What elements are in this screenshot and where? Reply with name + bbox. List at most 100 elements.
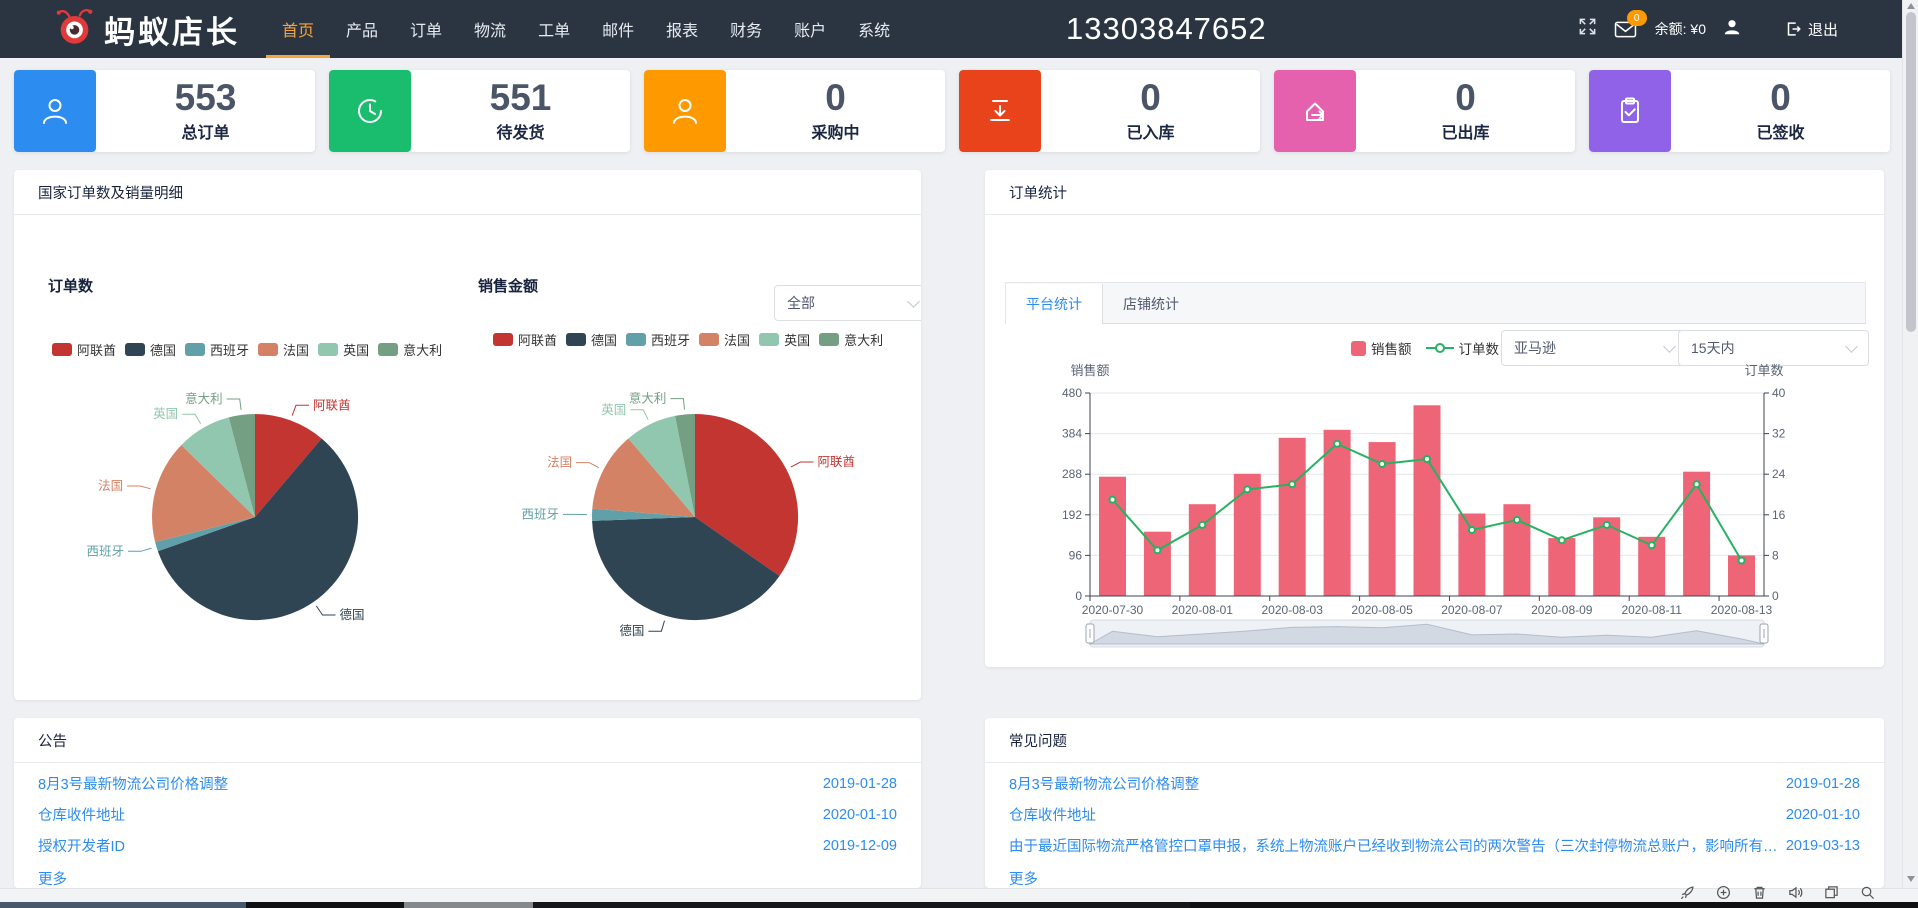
main-nav: 首页产品订单物流工单邮件报表财务账户系统 xyxy=(266,0,906,58)
more-link[interactable]: 更多 xyxy=(1009,868,1038,888)
country-detail-panel: 国家订单数及销量明细 订单数 销售金额 全部 阿联酋德国西班牙法国英国意大利 阿… xyxy=(14,170,921,700)
stat-card-待发货: 551待发货 xyxy=(329,70,630,152)
svg-text:英国: 英国 xyxy=(153,407,178,421)
legend-item-英国[interactable]: 英国 xyxy=(759,330,810,349)
notice-list: 8月3号最新物流公司价格调整2019-01-28仓库收件地址2020-01-10… xyxy=(38,768,897,888)
legend-item-西班牙[interactable]: 西班牙 xyxy=(185,340,249,359)
legend-swatch xyxy=(819,333,839,346)
svg-text:阿联酋: 阿联酋 xyxy=(313,397,351,412)
brand-logo[interactable]: 蚂蚁店长 xyxy=(54,6,240,53)
legend-item-德国[interactable]: 德国 xyxy=(566,330,617,349)
svg-text:0: 0 xyxy=(1075,589,1082,603)
svg-text:2020-08-01: 2020-08-01 xyxy=(1172,603,1234,617)
pie-sales-legend: 阿联酋 德国西班牙法国英国 意大利 xyxy=(493,330,883,349)
legend-item-意大利[interactable]: 意大利 xyxy=(819,330,883,349)
stat-card-body: 553总订单 xyxy=(96,70,315,152)
legend-item-阿联酋[interactable]: 阿联酋 xyxy=(493,330,557,349)
legend-item-德国[interactable]: 德国 xyxy=(125,340,176,359)
legend-label: 阿联酋 xyxy=(518,330,557,349)
mail-icon[interactable]: 0 xyxy=(1614,17,1638,41)
nav-item-6[interactable]: 邮件 xyxy=(586,0,650,58)
stat-label: 已签收 xyxy=(1756,119,1804,143)
top-navbar: 蚂蚁店长 首页产品订单物流工单邮件报表财务账户系统 13303847652 0 … xyxy=(0,0,1918,58)
svg-text:销售额: 销售额 xyxy=(1070,363,1109,378)
stat-card-body: 0已签收 xyxy=(1671,70,1890,152)
legend-label: 阿联酋 xyxy=(77,340,116,359)
inbox-in-icon xyxy=(959,70,1041,152)
nav-item-2[interactable]: 产品 xyxy=(330,0,394,58)
user-avatar-icon[interactable] xyxy=(1723,18,1741,41)
svg-text:2020-08-07: 2020-08-07 xyxy=(1441,603,1503,617)
svg-text:意大利: 意大利 xyxy=(629,392,667,406)
legend-swatch xyxy=(318,343,338,356)
order-bar-line-chart[interactable]: 销售额订单数09619228838448008162432402020-07-3… xyxy=(985,335,1884,665)
nav-item-1[interactable]: 首页 xyxy=(266,0,330,58)
svg-text:2020-08-05: 2020-08-05 xyxy=(1351,603,1413,617)
legend-item-英国[interactable]: 英国 xyxy=(318,340,369,359)
svg-text:8: 8 xyxy=(1772,548,1779,562)
nav-item-3[interactable]: 订单 xyxy=(394,0,458,58)
tab-平台统计[interactable]: 平台统计 xyxy=(1006,284,1103,324)
more-link[interactable]: 更多 xyxy=(38,868,67,888)
list-item: 由于最近国际物流严格管控口罩申报，系统上物流账户已经收到物流公司的两次警告（三次… xyxy=(1009,830,1860,861)
browser-bottom-strip xyxy=(0,888,1918,903)
scroll-down-arrow[interactable] xyxy=(1907,876,1915,882)
list-item: 授权开发者ID 2019-12-09 xyxy=(38,830,897,861)
stat-label: 总订单 xyxy=(181,119,229,143)
nav-item-10[interactable]: 系统 xyxy=(842,0,906,58)
legend-item-意大利[interactable]: 意大利 xyxy=(378,340,442,359)
nav-item-7[interactable]: 报表 xyxy=(650,0,714,58)
legend-item-法国[interactable]: 法国 xyxy=(699,330,750,349)
tab-店铺统计[interactable]: 店铺统计 xyxy=(1103,284,1199,323)
legend-item-法国[interactable]: 法国 xyxy=(258,340,309,359)
stat-card-body: 551待发货 xyxy=(411,70,630,152)
home-out-icon xyxy=(1274,70,1356,152)
taskbar-segment xyxy=(404,902,533,908)
svg-text:西班牙: 西班牙 xyxy=(86,544,124,558)
legend-label: 意大利 xyxy=(844,330,883,349)
legend-label: 西班牙 xyxy=(210,340,249,359)
legend-item-西班牙[interactable]: 西班牙 xyxy=(626,330,690,349)
list-item-date: 2019-03-13 xyxy=(1786,838,1860,854)
stat-value: 0 xyxy=(1455,79,1476,116)
nav-item-5[interactable]: 工单 xyxy=(522,0,586,58)
list-item-link[interactable]: 8月3号最新物流公司价格调整 xyxy=(38,773,817,794)
scroll-up-arrow[interactable] xyxy=(1907,3,1915,9)
page-scrollbar[interactable] xyxy=(1902,0,1918,888)
list-item-link[interactable]: 仓库收件地址 xyxy=(38,804,817,825)
nav-item-9[interactable]: 账户 xyxy=(778,0,842,58)
list-item-link[interactable]: 8月3号最新物流公司价格调整 xyxy=(1009,773,1780,794)
list-item-date: 2019-12-09 xyxy=(823,838,897,854)
svg-text:2020-08-03: 2020-08-03 xyxy=(1262,603,1324,617)
nav-item-8[interactable]: 财务 xyxy=(714,0,778,58)
country-filter-value: 全部 xyxy=(787,293,815,313)
os-taskbar xyxy=(0,902,1918,908)
stat-card-body: 0已出库 xyxy=(1356,70,1575,152)
scrollbar-thumb[interactable] xyxy=(1906,12,1916,332)
logout-button[interactable]: 退出 xyxy=(1784,19,1838,40)
svg-text:2020-08-13: 2020-08-13 xyxy=(1711,603,1773,617)
ant-logo-icon xyxy=(54,6,96,53)
legend-label: 德国 xyxy=(591,330,617,349)
pie-sales-title: 销售金额 xyxy=(478,275,538,296)
list-item-link[interactable]: 由于最近国际物流严格管控口罩申报，系统上物流账户已经收到物流公司的两次警告（三次… xyxy=(1009,835,1780,856)
list-item-link[interactable]: 仓库收件地址 xyxy=(1009,804,1780,825)
faq-panel: 常见问题 8月3号最新物流公司价格调整2019-01-28仓库收件地址2020-… xyxy=(985,718,1884,888)
svg-text:0: 0 xyxy=(1772,589,1779,603)
svg-text:订单数: 订单数 xyxy=(1744,363,1783,378)
list-item-date: 2020-01-10 xyxy=(1786,807,1860,823)
contact-phone: 13303847652 xyxy=(1066,11,1267,47)
legend-swatch xyxy=(258,343,278,356)
list-item: 仓库收件地址 2020-01-10 xyxy=(1009,799,1860,830)
taskbar-segment xyxy=(0,902,246,908)
country-filter-select[interactable]: 全部 xyxy=(774,285,921,321)
legend-item-阿联酋[interactable]: 阿联酋 xyxy=(52,340,116,359)
svg-text:意大利: 意大利 xyxy=(185,392,223,406)
navbar-right-cluster: 0 余额: ¥0 退出 xyxy=(1578,0,1838,58)
order-stats-panel: 订单统计 平台统计店铺统计 销售额订单数 亚马逊 15天内 销售额订单数0961… xyxy=(985,170,1884,667)
order-panel-title: 订单统计 xyxy=(985,170,1884,215)
list-item-link[interactable]: 授权开发者ID xyxy=(38,835,817,856)
svg-text:192: 192 xyxy=(1062,508,1082,522)
fullscreen-icon[interactable] xyxy=(1578,17,1597,41)
nav-item-4[interactable]: 物流 xyxy=(458,0,522,58)
